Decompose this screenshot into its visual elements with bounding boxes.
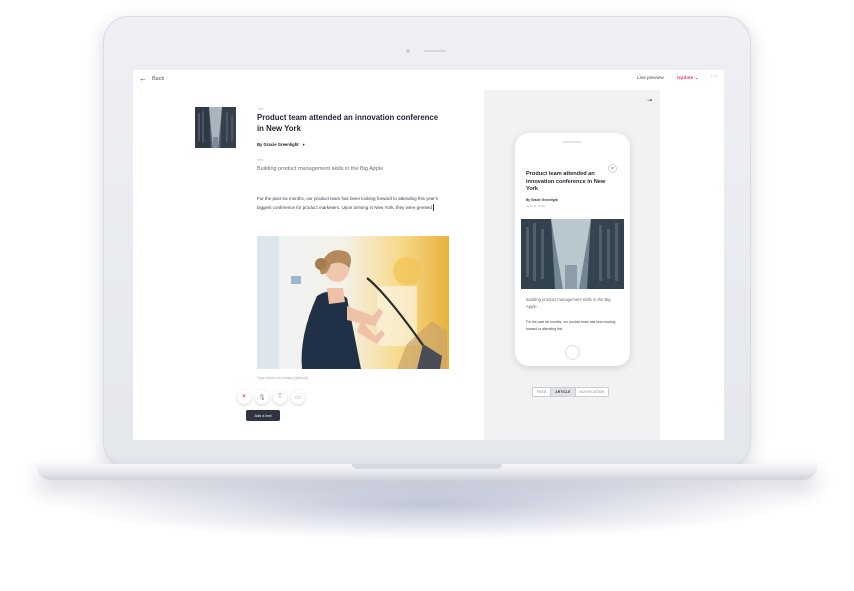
update-button[interactable]: Update ⌄ — [677, 76, 699, 81]
live-preview-pane: ⇥ × Product team attended an innovation … — [484, 90, 660, 440]
laptop-shadow — [60, 470, 794, 540]
phone-speaker — [562, 141, 582, 143]
app-screen: ← Back Live preview Update ⌄ ··· Title P… — [133, 70, 724, 440]
article-subtitle-input[interactable]: Building product management skills in th… — [257, 166, 383, 172]
phone-home-button — [565, 345, 580, 360]
close-icon[interactable]: × — [237, 390, 251, 404]
chevron-down-icon: ⌄ — [694, 76, 699, 81]
phone-preview: × Product team attended an innovation co… — [515, 133, 630, 366]
article-image[interactable] — [257, 236, 449, 369]
intro-field-label: Intro — [257, 158, 265, 162]
video-icon[interactable]: ▭ — [291, 390, 305, 404]
image-caption-input[interactable]: Type caption for image (optional) — [257, 376, 308, 380]
article-title-input[interactable]: Product team attended an innovation conf… — [257, 113, 447, 134]
author-name: By Gracie Greenlight — [257, 142, 299, 147]
camera-icon — [406, 49, 410, 53]
article-body-text: For the past six months, our product tea… — [257, 196, 438, 210]
author-select[interactable]: By Gracie Greenlight ▾ — [257, 142, 305, 147]
back-button[interactable]: ← Back — [139, 75, 164, 83]
microphone-icon[interactable]: 🎙 — [255, 390, 269, 404]
tab-feed[interactable]: FEED — [533, 388, 552, 396]
title-field-label: Title — [257, 107, 264, 111]
stage: ← Back Live preview Update ⌄ ··· Title P… — [0, 0, 854, 591]
editor-pane: Title Product team attended an innovatio… — [133, 90, 484, 440]
preview-body: For the past six months, our product tea… — [526, 320, 616, 331]
laptop-notch — [352, 464, 502, 469]
preview-subtitle: Building product management skills in th… — [526, 297, 611, 309]
article-body-input[interactable]: For the past six months, our product tea… — [257, 194, 447, 212]
text-icon[interactable]: T — [273, 390, 287, 404]
preview-author: By Gracie Greenlight — [526, 198, 558, 202]
top-bar: ← Back Live preview Update ⌄ ··· — [133, 70, 724, 90]
content-toolbar: × 🎙 T ▭ — [237, 390, 305, 404]
back-label: Back — [152, 76, 165, 82]
update-label: Update — [677, 76, 694, 81]
arrow-left-icon: ← — [139, 74, 147, 83]
preview-mode-tabs: FEED ARTICLE NOTIFICATION — [532, 387, 610, 397]
tab-article[interactable]: ARTICLE — [551, 388, 576, 396]
preview-date: June 11, 2019 — [526, 204, 545, 208]
text-cursor — [432, 204, 434, 212]
more-menu-icon[interactable]: ··· — [710, 73, 719, 80]
add-text-tooltip: Add a text — [246, 410, 280, 421]
preview-image — [521, 219, 624, 289]
cover-thumbnail[interactable] — [195, 107, 236, 148]
camera-slot — [424, 50, 446, 52]
tab-notification[interactable]: NOTIFICATION — [576, 388, 609, 396]
right-pane — [660, 90, 724, 440]
caret-down-icon: ▾ — [302, 142, 305, 147]
collapse-panel-icon[interactable]: ⇥ — [647, 97, 652, 104]
preview-title: Product team attended an innovation conf… — [526, 171, 606, 192]
live-preview-button[interactable]: Live preview — [637, 76, 664, 81]
